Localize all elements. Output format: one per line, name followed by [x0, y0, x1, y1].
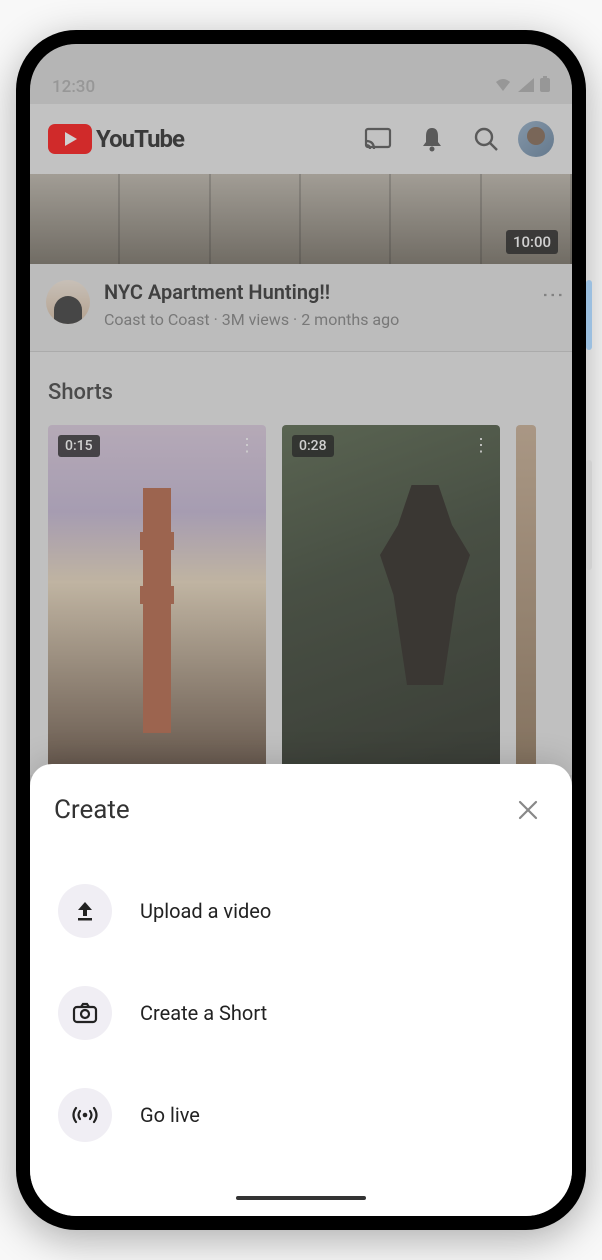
battery-icon — [540, 76, 550, 97]
upload-icon — [58, 884, 112, 938]
create-short-label: Create a Short — [140, 1001, 267, 1025]
status-icons — [494, 76, 550, 97]
short-item[interactable]: 0:28 ⋮ — [282, 425, 500, 775]
youtube-logo[interactable]: YouTube — [48, 124, 184, 154]
shorts-heading: Shorts — [30, 380, 572, 425]
go-live-option[interactable]: Go live — [54, 1064, 548, 1166]
bell-icon[interactable] — [410, 117, 454, 161]
create-short-option[interactable]: Create a Short — [54, 962, 548, 1064]
close-icon[interactable] — [508, 790, 548, 830]
search-icon[interactable] — [464, 117, 508, 161]
short-duration-badge: 0:15 — [58, 435, 100, 457]
more-icon[interactable]: ⋮ — [238, 435, 256, 456]
home-indicator[interactable] — [236, 1196, 366, 1200]
youtube-play-icon — [48, 124, 92, 154]
status-bar: 12:30 — [30, 44, 572, 104]
app-bar: YouTube — [30, 104, 572, 174]
cast-icon[interactable] — [356, 117, 400, 161]
signal-icon — [518, 77, 534, 97]
short-item[interactable] — [516, 425, 536, 775]
avatar[interactable] — [518, 121, 554, 157]
video-duration-badge: 10:00 — [506, 230, 558, 254]
phone-frame: 12:30 YouTube — [16, 30, 586, 1230]
upload-video-option[interactable]: Upload a video — [54, 860, 548, 962]
shorts-section: Shorts 0:15 ⋮ 0:28 ⋮ — [30, 352, 572, 775]
short-duration-badge: 0:28 — [292, 435, 334, 457]
go-live-label: Go live — [140, 1103, 200, 1127]
youtube-wordmark: YouTube — [96, 125, 184, 153]
power-button — [586, 280, 592, 350]
upload-label: Upload a video — [140, 899, 271, 923]
create-sheet: Create Upload a video — [30, 764, 572, 1216]
video-thumbnail[interactable]: 10:00 — [30, 174, 572, 264]
camera-icon — [58, 986, 112, 1040]
channel-avatar[interactable] — [46, 280, 90, 324]
status-time: 12:30 — [52, 77, 95, 97]
more-icon[interactable]: ⋮ — [547, 280, 556, 306]
short-item[interactable]: 0:15 ⋮ — [48, 425, 266, 775]
volume-button — [586, 460, 592, 570]
live-icon — [58, 1088, 112, 1142]
video-subtitle: Coast to Coast · 3M views · 2 months ago — [104, 310, 533, 329]
screen: 12:30 YouTube — [30, 44, 572, 1216]
video-title: NYC Apartment Hunting!! — [104, 280, 533, 304]
more-icon[interactable]: ⋮ — [472, 435, 490, 456]
video-meta-row[interactable]: NYC Apartment Hunting!! Coast to Coast ·… — [30, 264, 572, 352]
wifi-icon — [494, 77, 512, 97]
sheet-title: Create — [54, 795, 130, 825]
shorts-row[interactable]: 0:15 ⋮ 0:28 ⋮ — [30, 425, 572, 775]
